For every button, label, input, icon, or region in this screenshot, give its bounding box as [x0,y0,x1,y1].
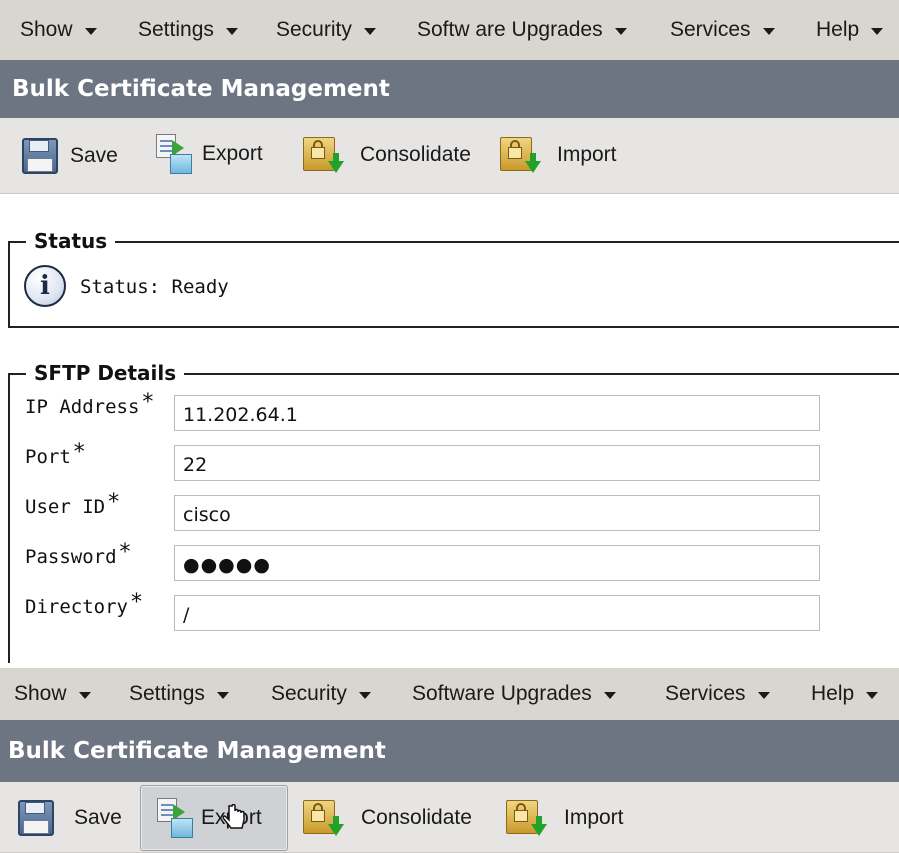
lock-folder-icon [497,133,541,177]
chevron-down-icon [762,27,775,35]
export-icon [152,132,196,176]
lock-folder-icon [503,796,547,840]
consolidate-button[interactable]: Consolidate [300,795,472,841]
import-button[interactable]: Import [497,132,617,178]
hand-cursor-icon [222,804,245,829]
save-button[interactable]: Save [18,133,118,179]
chevron-down-icon [757,691,770,699]
chevron-down-icon [216,691,229,699]
lock-folder-icon [300,133,344,177]
port-label: Port * [25,440,85,468]
status-text: Status: Ready [80,276,229,298]
password-label: Password * [25,540,131,568]
user-id-input[interactable] [174,495,820,531]
chevron-down-icon [866,691,879,699]
page-title: Bulk Certificate Management [8,738,386,764]
bottom-toolbar: Save Export Consolidate Import [0,782,899,853]
menu-help[interactable]: Help [811,682,879,706]
chevron-down-icon [871,27,884,35]
menu-software-upgrades[interactable]: Softw are Upgrades [417,18,627,42]
status-legend: Status [26,229,116,253]
menu-show[interactable]: Show [20,18,97,42]
save-button[interactable]: Save [14,795,122,841]
menu-software-upgrades[interactable]: Software Upgrades [412,682,616,706]
password-input[interactable] [174,545,820,581]
save-icon [14,796,58,840]
sftp-legend: SFTP Details [26,361,185,385]
menu-security[interactable]: Security [271,682,371,706]
page-title-bar: Bulk Certificate Management [0,60,899,118]
ip-address-label: IP Address * [25,390,154,418]
directory-input[interactable] [174,595,820,631]
menu-settings[interactable]: Settings [138,18,238,42]
consolidate-button[interactable]: Consolidate [300,132,471,178]
bottom-menubar: Show Settings Security Software Upgrades… [0,668,899,720]
export-button[interactable]: Export [152,131,263,177]
user-id-label: User ID * [25,490,120,518]
info-icon: i [24,265,66,307]
page-title-bar: Bulk Certificate Management [0,720,899,782]
menu-show[interactable]: Show [14,682,91,706]
chevron-down-icon [225,27,238,35]
directory-label: Directory * [25,590,142,618]
menu-services[interactable]: Services [665,682,770,706]
import-button[interactable]: Import [503,795,624,841]
menu-settings[interactable]: Settings [129,682,229,706]
chevron-down-icon [603,691,616,699]
lock-folder-icon [300,796,344,840]
chevron-down-icon [614,27,627,35]
port-input[interactable] [174,445,820,481]
export-button[interactable]: Export [140,785,288,851]
menu-security[interactable]: Security [276,18,376,42]
status-group: Status i Status: Ready [8,229,899,328]
chevron-down-icon [358,691,371,699]
menu-help[interactable]: Help [816,18,884,42]
chevron-down-icon [363,27,376,35]
chevron-down-icon [84,27,97,35]
top-menubar: Show Settings Security Softw are Upgrade… [0,0,899,60]
top-toolbar: Save Export Consolidate Import [0,118,899,194]
menu-services[interactable]: Services [670,18,775,42]
ip-address-input[interactable] [174,395,820,431]
chevron-down-icon [78,691,91,699]
page-title: Bulk Certificate Management [12,76,390,102]
save-icon [18,134,62,178]
export-icon [153,796,197,840]
